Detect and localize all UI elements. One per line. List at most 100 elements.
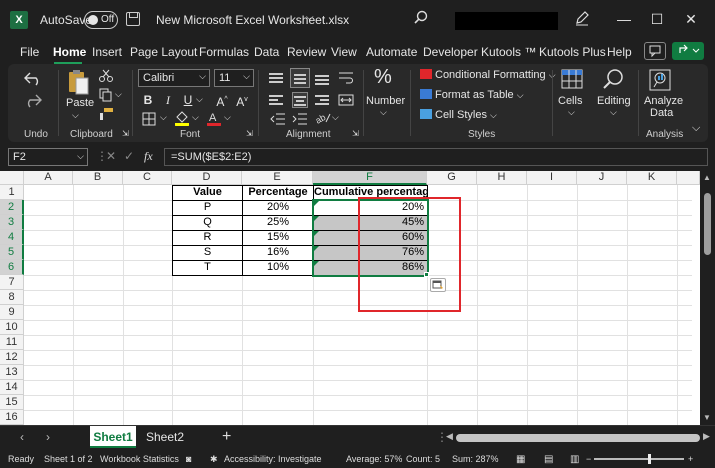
- column-header-i[interactable]: I: [527, 171, 577, 185]
- row-header-12[interactable]: 12: [0, 350, 24, 365]
- scroll-left-icon[interactable]: ◀: [446, 431, 453, 442]
- row-header-3[interactable]: 3: [0, 215, 24, 230]
- maximize-icon[interactable]: ☐: [645, 8, 669, 30]
- worksheet-grid[interactable]: A B C D E F G H I J K 1 2 3 4 5 6 7 8 9 …: [0, 171, 715, 425]
- cell-f4[interactable]: 60%: [314, 230, 427, 245]
- cell-f5[interactable]: 76%: [314, 245, 427, 260]
- align-middle-icon[interactable]: [290, 68, 310, 88]
- minimize-icon[interactable]: —: [612, 8, 636, 30]
- paste-label[interactable]: Paste: [66, 97, 94, 109]
- fill-handle[interactable]: [424, 272, 429, 277]
- normal-view-icon[interactable]: ▦: [516, 454, 525, 465]
- increase-font-icon[interactable]: A^: [214, 92, 230, 109]
- select-all-corner[interactable]: [0, 171, 24, 185]
- cell-d5[interactable]: S: [173, 245, 242, 260]
- cell-e3[interactable]: 25%: [243, 215, 313, 230]
- row-header-11[interactable]: 11: [0, 335, 24, 350]
- format-painter-icon[interactable]: [98, 107, 114, 121]
- zoom-slider[interactable]: [594, 458, 684, 460]
- cell-e6[interactable]: 10%: [243, 260, 313, 275]
- number-label[interactable]: Number: [366, 95, 405, 107]
- dialog-launcher-icon[interactable]: ⇲: [352, 129, 359, 138]
- cells-label[interactable]: Cells: [558, 95, 582, 107]
- search-icon[interactable]: [414, 10, 428, 24]
- tab-home[interactable]: Home: [53, 45, 86, 59]
- tab-help[interactable]: Help: [607, 45, 632, 59]
- zoom-in-icon[interactable]: +: [688, 454, 693, 464]
- error-indicator-icon[interactable]: [314, 261, 319, 266]
- increase-indent-icon[interactable]: [292, 112, 308, 126]
- borders-icon[interactable]: [142, 112, 158, 126]
- chevron-down-icon[interactable]: ⌵: [380, 107, 387, 118]
- scroll-right-icon[interactable]: ▶: [703, 431, 710, 442]
- chevron-down-icon[interactable]: ⌵: [610, 107, 617, 118]
- quick-analysis-icon[interactable]: [430, 278, 446, 292]
- header-value[interactable]: Value: [173, 185, 242, 200]
- dialog-launcher-icon[interactable]: ⇲: [122, 129, 129, 138]
- wrap-text-icon[interactable]: [338, 70, 354, 86]
- document-title[interactable]: New Microsoft Excel Worksheet.xlsx: [156, 13, 349, 27]
- row-header-16[interactable]: 16: [0, 410, 24, 425]
- percent-icon[interactable]: %: [374, 66, 392, 89]
- cell-e2[interactable]: 20%: [243, 200, 313, 215]
- align-top-icon[interactable]: [268, 70, 284, 86]
- orientation-icon[interactable]: ab: [314, 110, 332, 126]
- merge-center-icon[interactable]: [338, 92, 354, 108]
- tab-file[interactable]: File: [20, 45, 39, 59]
- prev-sheet-icon[interactable]: ‹: [20, 430, 24, 444]
- chevron-down-icon[interactable]: ⌵: [196, 94, 203, 105]
- tab-automate[interactable]: Automate: [366, 45, 417, 59]
- error-indicator-icon[interactable]: [314, 201, 319, 206]
- column-header-f[interactable]: F: [313, 171, 427, 185]
- tab-page-layout[interactable]: Page Layout: [130, 45, 197, 59]
- comments-button[interactable]: [644, 42, 666, 60]
- cell-e4[interactable]: 15%: [243, 230, 313, 245]
- cell-d4[interactable]: R: [173, 230, 242, 245]
- chevron-down-icon[interactable]: ⌵: [306, 12, 314, 23]
- vertical-scrollbar[interactable]: ▲ ▼: [700, 171, 715, 425]
- font-color-icon[interactable]: A: [206, 110, 222, 126]
- row-header-6[interactable]: 6: [0, 260, 24, 275]
- formula-input[interactable]: =SUM($E$2:E2): [164, 148, 708, 166]
- redo-icon[interactable]: [22, 92, 44, 108]
- error-indicator-icon[interactable]: [314, 231, 319, 236]
- chevron-down-icon[interactable]: ⌵: [332, 112, 339, 123]
- column-header-d[interactable]: D: [172, 171, 242, 185]
- fill-color-icon[interactable]: [174, 110, 190, 126]
- column-header-g[interactable]: G: [427, 171, 477, 185]
- horizontal-scroll-thumb[interactable]: [456, 434, 700, 442]
- decrease-font-icon[interactable]: Av: [234, 92, 250, 109]
- chevron-down-icon[interactable]: ⌵: [160, 112, 167, 123]
- analyze-data-icon[interactable]: [648, 68, 672, 92]
- status-average[interactable]: Average: 57%: [346, 454, 402, 464]
- cell-styles-button[interactable]: Cell Styles ⌵: [420, 109, 497, 121]
- row-header-13[interactable]: 13: [0, 365, 24, 380]
- pen-icon[interactable]: [574, 10, 590, 26]
- paste-icon[interactable]: [66, 68, 90, 96]
- account-area[interactable]: [455, 12, 558, 30]
- tab-review[interactable]: Review: [287, 45, 326, 59]
- analyze-label[interactable]: Analyze: [644, 95, 683, 107]
- align-right-icon[interactable]: [314, 92, 330, 108]
- error-indicator-icon[interactable]: [314, 246, 319, 251]
- cell-d6[interactable]: T: [173, 260, 242, 275]
- tab-kutools-plus[interactable]: Kutools Plus: [539, 45, 606, 59]
- tab-developer[interactable]: Developer: [423, 45, 478, 59]
- undo-icon[interactable]: [22, 70, 44, 86]
- collapse-ribbon-icon[interactable]: ⌵: [692, 122, 700, 135]
- column-header-j[interactable]: J: [577, 171, 627, 185]
- editing-search-icon[interactable]: [602, 68, 626, 90]
- page-break-view-icon[interactable]: ▥: [570, 454, 579, 465]
- zoom-out-icon[interactable]: −: [586, 454, 591, 464]
- cell-d2[interactable]: P: [173, 200, 242, 215]
- column-header-b[interactable]: B: [73, 171, 123, 185]
- row-header-9[interactable]: 9: [0, 305, 24, 320]
- row-header-8[interactable]: 8: [0, 290, 24, 305]
- share-button[interactable]: [672, 42, 704, 60]
- chevron-down-icon[interactable]: ⌵: [224, 112, 231, 123]
- chevron-down-icon[interactable]: ⌵: [192, 112, 199, 123]
- copy-icon[interactable]: [98, 88, 114, 102]
- column-header-c[interactable]: C: [123, 171, 172, 185]
- row-header-10[interactable]: 10: [0, 320, 24, 335]
- align-left-icon[interactable]: [268, 92, 284, 108]
